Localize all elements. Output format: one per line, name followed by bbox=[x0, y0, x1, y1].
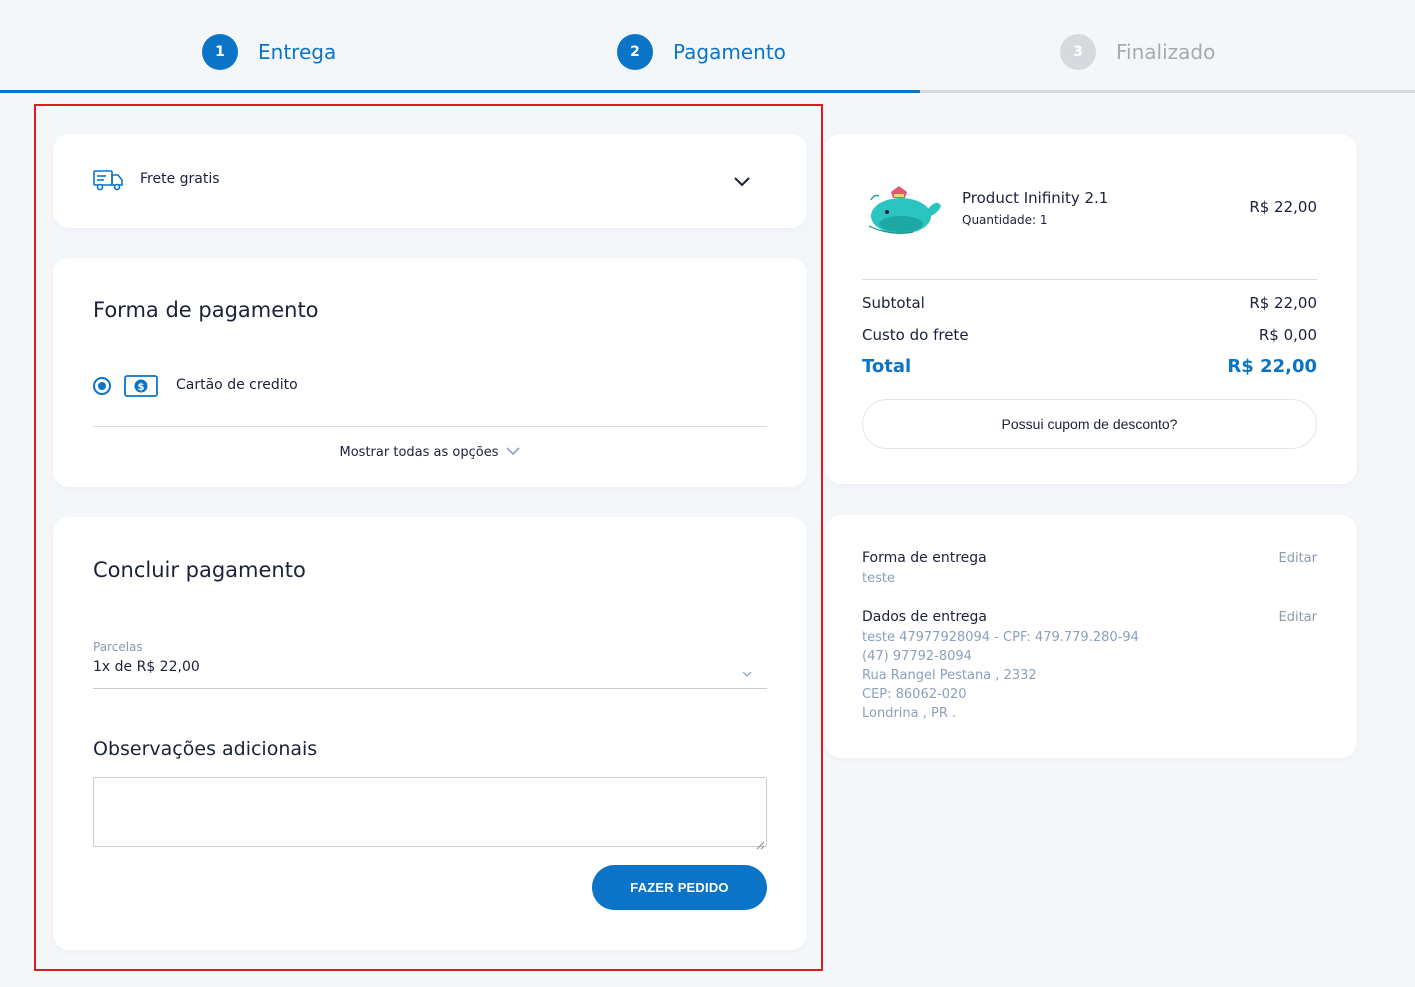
delivery-data-line: teste 47977928094 - CPF: 479.779.280-94 bbox=[862, 630, 1139, 645]
step-label: Pagamento bbox=[673, 40, 786, 64]
truck-icon bbox=[92, 168, 124, 196]
installments-underline bbox=[93, 688, 767, 689]
product-price: R$ 22,00 bbox=[1249, 198, 1317, 216]
shipping-cost-row: Custo do frete R$ 0,00 bbox=[862, 326, 1317, 344]
delivery-data-line: Londrina , PR . bbox=[862, 706, 957, 721]
coupon-button[interactable]: Possui cupom de desconto? bbox=[862, 399, 1317, 449]
installments-label: Parcelas bbox=[93, 640, 143, 654]
credit-card-label[interactable]: Cartão de credito bbox=[176, 377, 298, 393]
delivery-info-card: Forma de entrega Editar teste Dados de e… bbox=[825, 515, 1357, 758]
divider bbox=[93, 426, 767, 427]
delivery-method-value: teste bbox=[862, 571, 895, 586]
step-label: Finalizado bbox=[1116, 40, 1216, 64]
delivery-method-title: Forma de entrega bbox=[862, 550, 987, 566]
payment-method-card: Forma de pagamento $ Cartão de credito M… bbox=[53, 258, 807, 487]
total-row: Total R$ 22,00 bbox=[862, 356, 1317, 377]
shipping-card[interactable]: Frete gratis bbox=[53, 134, 807, 228]
divider bbox=[862, 279, 1317, 280]
checkout-card: Concluir pagamento Parcelas 1x de R$ 22,… bbox=[53, 517, 807, 950]
step-number: 3 bbox=[1060, 34, 1096, 70]
product-quantity: Quantidade: 1 bbox=[962, 213, 1048, 227]
product-name[interactable]: Product Inifinity 2.1 bbox=[962, 189, 1108, 207]
progress-fill bbox=[0, 90, 920, 93]
shipping-label: Frete gratis bbox=[140, 171, 220, 187]
order-summary-card: Product Inifinity 2.1 Quantidade: 1 R$ 2… bbox=[825, 134, 1357, 484]
show-all-options-button[interactable]: Mostrar todas as opções bbox=[53, 445, 807, 460]
payment-method-title: Forma de pagamento bbox=[93, 298, 319, 322]
step-finalizado: 3 Finalizado bbox=[1060, 34, 1215, 70]
total-label: Total bbox=[862, 356, 912, 377]
cash-icon: $ bbox=[124, 375, 158, 401]
delivery-data-line: CEP: 86062-020 bbox=[862, 687, 967, 702]
step-label: Entrega bbox=[258, 40, 337, 64]
subtotal-row: Subtotal R$ 22,00 bbox=[862, 294, 1317, 312]
delivery-data-line: (47) 97792-8094 bbox=[862, 649, 972, 664]
checkout-stepper: 1 Entrega 2 Pagamento 3 Finalizado bbox=[0, 0, 1415, 94]
delivery-data-lines: teste 47977928094 - CPF: 479.779.280-94 … bbox=[862, 628, 1139, 723]
step-number: 1 bbox=[202, 34, 238, 70]
edit-delivery-data-link[interactable]: Editar bbox=[1279, 610, 1318, 625]
notes-textarea[interactable] bbox=[93, 777, 767, 847]
total-value: R$ 22,00 bbox=[1227, 356, 1317, 377]
show-all-options-label: Mostrar todas as opções bbox=[339, 445, 499, 460]
notes-title: Observações adicionais bbox=[93, 738, 318, 760]
step-number: 2 bbox=[617, 34, 653, 70]
shipping-cost-label: Custo do frete bbox=[862, 326, 969, 344]
edit-delivery-method-link[interactable]: Editar bbox=[1279, 551, 1318, 566]
checkout-title: Concluir pagamento bbox=[93, 558, 306, 582]
chevron-down-icon bbox=[506, 445, 521, 460]
product-thumbnail[interactable] bbox=[861, 180, 945, 242]
delivery-data-title: Dados de entrega bbox=[862, 609, 988, 625]
chevron-down-icon[interactable] bbox=[733, 172, 751, 191]
svg-text:$: $ bbox=[138, 382, 145, 393]
delivery-data-line: Rua Rangel Pestana , 2332 bbox=[862, 668, 1037, 683]
resize-grip-icon[interactable] bbox=[756, 835, 765, 854]
shipping-cost-value: R$ 0,00 bbox=[1258, 326, 1317, 344]
progress-track bbox=[0, 90, 1415, 93]
place-order-button[interactable]: FAZER PEDIDO bbox=[592, 865, 767, 910]
subtotal-label: Subtotal bbox=[862, 294, 925, 312]
credit-card-radio[interactable] bbox=[93, 377, 111, 395]
step-entrega[interactable]: 1 Entrega bbox=[202, 34, 336, 70]
chevron-down-icon[interactable] bbox=[742, 663, 752, 682]
subtotal-value: R$ 22,00 bbox=[1249, 294, 1317, 312]
step-pagamento[interactable]: 2 Pagamento bbox=[617, 34, 786, 70]
installments-select[interactable]: 1x de R$ 22,00 bbox=[93, 659, 200, 675]
